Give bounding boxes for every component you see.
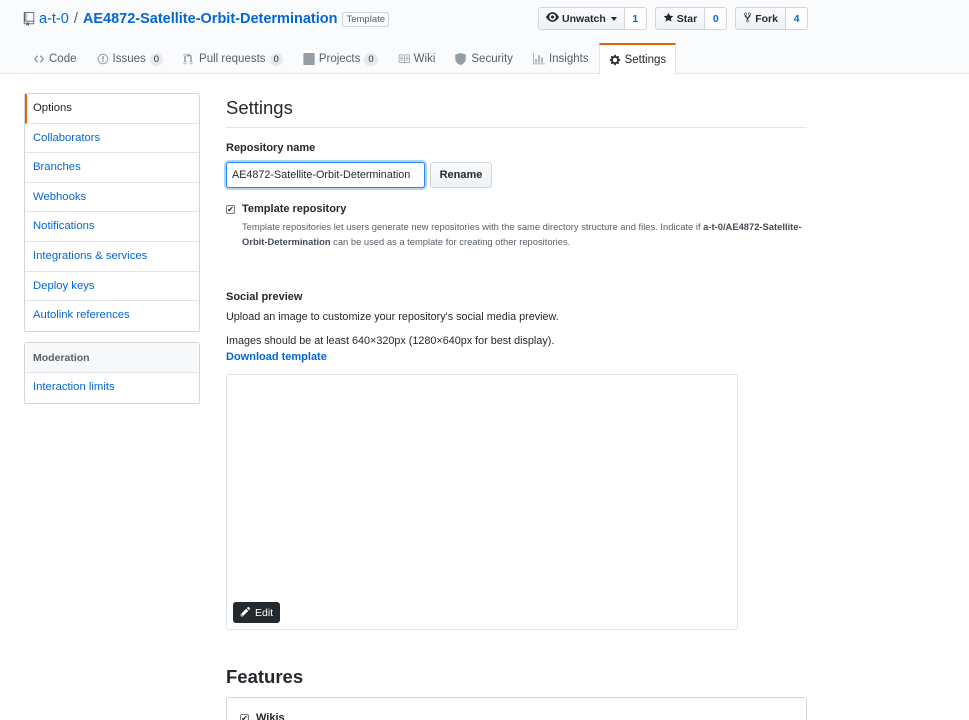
settings-menu: Options Collaborators Branches Webhooks … <box>24 93 200 332</box>
forks-count[interactable]: 4 <box>786 7 808 30</box>
page-title: Settings <box>226 93 807 128</box>
tab-security[interactable]: Security <box>445 43 523 74</box>
project-icon <box>303 53 315 65</box>
features-title: Features <box>226 666 304 687</box>
sidebar-item-interaction-limits[interactable]: Interaction limits <box>25 373 199 403</box>
watch-group: Unwatch 1 <box>538 7 647 30</box>
sidebar-item-deploy-keys[interactable]: Deploy keys <box>25 272 199 302</box>
gear-icon <box>609 54 621 66</box>
code-icon <box>33 53 45 65</box>
features-box: ✔ Wikis <box>226 697 807 720</box>
edit-label: Edit <box>255 606 274 619</box>
pull-requests-counter: 0 <box>269 52 283 66</box>
pagehead-actions: Unwatch 1 Star 0 Fork 4 <box>538 7 808 30</box>
social-preview-description: Upload an image to customize your reposi… <box>226 311 559 323</box>
issues-counter: 0 <box>149 52 164 66</box>
tab-issues[interactable]: Issues 0 <box>87 43 174 74</box>
star-icon <box>663 12 674 26</box>
wikis-label[interactable]: Wikis <box>256 712 285 720</box>
watchers-count[interactable]: 1 <box>624 7 647 30</box>
repo-nav: Code Issues 0 Pull requests 0 Projects 0… <box>23 43 677 75</box>
star-group: Star 0 <box>654 7 728 30</box>
tab-insights[interactable]: Insights <box>523 43 599 74</box>
repository-header: a-t-0 / AE4872-Satellite-Orbit-Determina… <box>0 0 969 75</box>
edit-preview-button[interactable]: Edit <box>233 602 281 623</box>
rename-button[interactable]: Rename <box>430 162 492 188</box>
tab-wiki[interactable]: Wiki <box>388 43 446 74</box>
pencil-icon <box>240 606 251 620</box>
sidebar-item-collaborators[interactable]: Collaborators <box>25 124 199 154</box>
download-template-link[interactable]: Download template <box>226 351 327 363</box>
eye-icon <box>546 12 560 25</box>
fork-icon <box>743 12 752 26</box>
tab-insights-label: Insights <box>548 53 589 65</box>
tab-projects[interactable]: Projects 0 <box>293 43 388 74</box>
repo-owner-link[interactable]: a-t-0 <box>39 11 69 27</box>
chevron-down-icon <box>610 16 617 21</box>
sidebar-item-integrations[interactable]: Integrations & services <box>25 242 199 272</box>
repo-name-link[interactable]: AE4872-Satellite-Orbit-Determination <box>83 11 338 27</box>
social-preview-image: Edit <box>226 374 738 630</box>
fork-group: Fork 4 <box>735 7 808 30</box>
stargazers-count[interactable]: 0 <box>705 7 728 30</box>
fork-button[interactable]: Fork <box>735 7 786 30</box>
tab-code[interactable]: Code <box>23 43 87 74</box>
sidebar-item-options[interactable]: Options <box>25 94 199 124</box>
template-checkbox-label[interactable]: Template repository <box>242 203 346 215</box>
wikis-checkbox[interactable]: ✔ <box>240 714 249 720</box>
tab-code-label: Code <box>49 53 77 65</box>
unwatch-button[interactable]: Unwatch <box>538 7 625 30</box>
star-button[interactable]: Star <box>654 7 706 30</box>
social-preview-label: Social preview <box>226 291 303 303</box>
tab-projects-label: Projects <box>318 53 361 65</box>
book-icon <box>398 53 410 65</box>
repo-name-input[interactable] <box>226 162 425 188</box>
moderation-heading: Moderation <box>25 343 199 373</box>
repo-title: a-t-0 / AE4872-Satellite-Orbit-Determina… <box>23 9 390 29</box>
template-badge: Template <box>342 11 390 27</box>
settings-main: Settings Repository name Rename ✔ Templa… <box>226 93 807 720</box>
template-note-text: Template repositories let users generate… <box>242 221 704 232</box>
social-preview-size-hint: Images should be at least 640×320px (128… <box>226 335 555 347</box>
pull-request-icon <box>183 53 195 65</box>
template-note-tail: can be used as a template for creating o… <box>330 235 571 247</box>
tab-settings[interactable]: Settings <box>598 43 677 75</box>
sidebar-item-notifications[interactable]: Notifications <box>25 212 199 242</box>
tab-pull-requests-label: Pull requests <box>199 53 266 65</box>
tab-security-label: Security <box>471 53 513 65</box>
shield-icon <box>455 53 467 65</box>
projects-counter: 0 <box>364 52 378 66</box>
star-label: Star <box>676 12 698 25</box>
tab-pull-requests[interactable]: Pull requests 0 <box>173 43 293 74</box>
template-note: Template repositories let users generate… <box>242 220 802 249</box>
moderation-menu: Moderation Interaction limits <box>24 342 200 404</box>
repo-name-label: Repository name <box>226 142 316 154</box>
path-separator: / <box>73 11 78 27</box>
unwatch-label: Unwatch <box>562 12 606 25</box>
graph-icon <box>532 53 545 65</box>
repo-icon <box>23 12 35 26</box>
template-checkbox[interactable]: ✔ <box>226 205 235 214</box>
sidebar-item-autolink-references[interactable]: Autolink references <box>25 301 199 331</box>
tab-wiki-label: Wiki <box>413 53 436 65</box>
sidebar-item-branches[interactable]: Branches <box>25 153 199 183</box>
issue-icon <box>97 53 109 65</box>
sidebar-item-webhooks[interactable]: Webhooks <box>25 183 199 213</box>
fork-label: Fork <box>755 12 778 25</box>
tab-issues-label: Issues <box>112 53 146 65</box>
tab-settings-label: Settings <box>624 53 667 66</box>
